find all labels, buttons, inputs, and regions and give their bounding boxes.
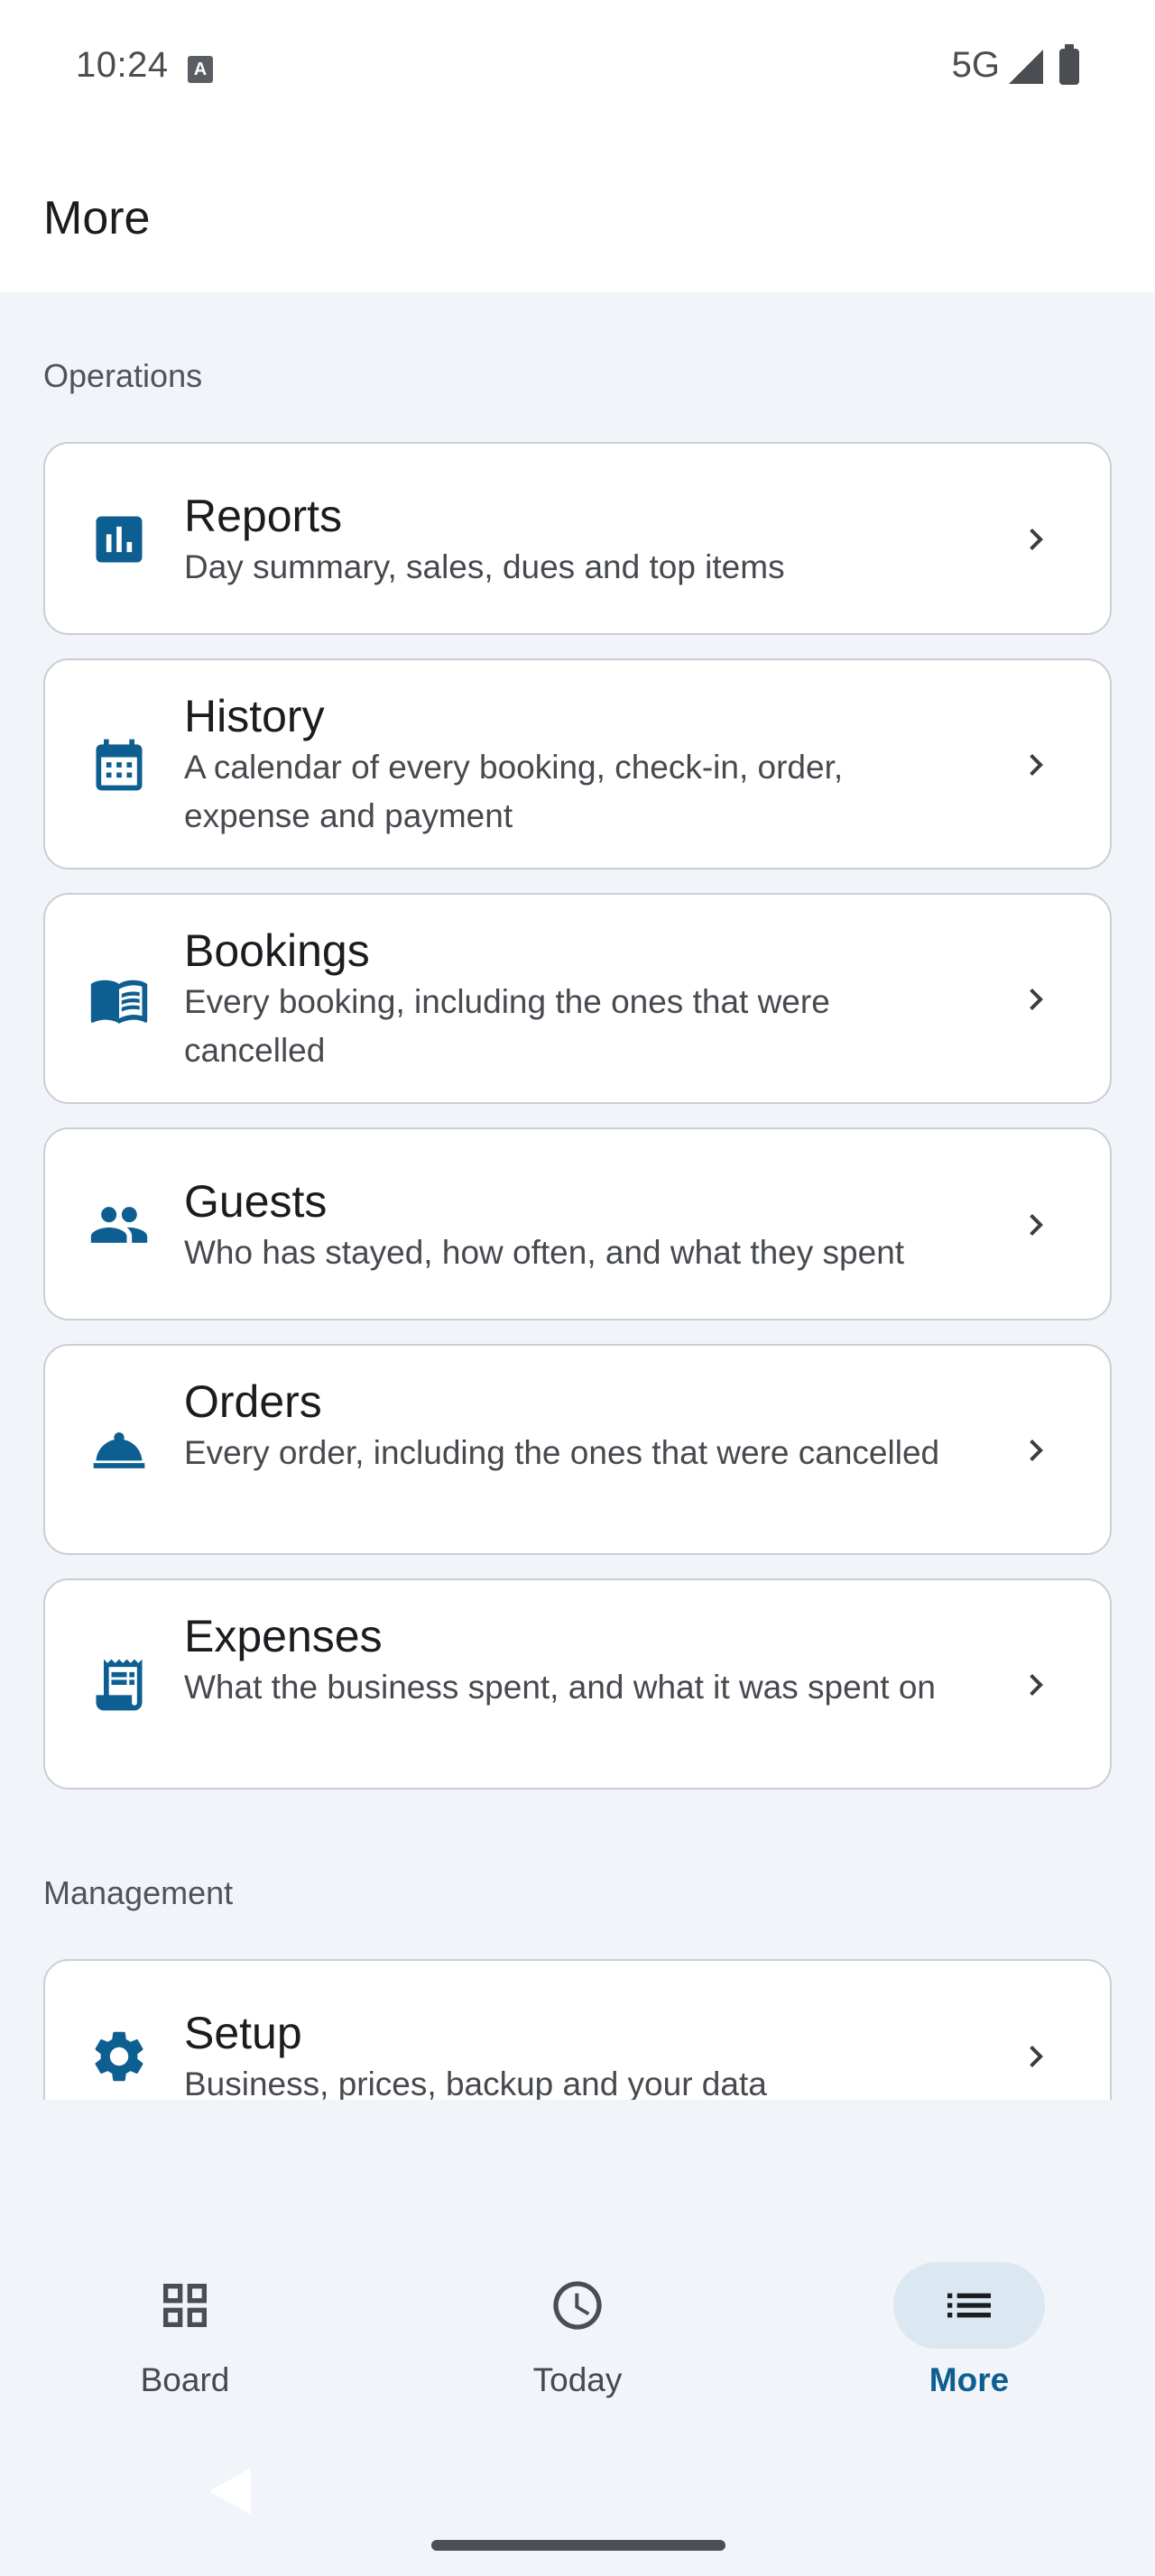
nav-item-board[interactable]: Board (68, 2262, 302, 2424)
menu-item-title: History (184, 691, 325, 741)
section-title-management: Management (43, 1874, 234, 1911)
status-bar: 10:24 A 5G (0, 0, 1155, 141)
chevron-right-icon (1014, 978, 1058, 1021)
menu-item-title: Expenses (184, 1611, 383, 1661)
chevron-right-icon (1014, 2035, 1058, 2078)
menu-item-description: Business, prices, backup and your data (184, 2065, 767, 2100)
menu-item-bookings[interactable]: Bookings Every booking, including the on… (43, 893, 1112, 1104)
menu-item-description: Day summary, sales, dues and top items (184, 548, 785, 585)
chevron-right-icon (1014, 1203, 1058, 1247)
room-service-icon (88, 1420, 150, 1481)
menu-item-title: Setup (184, 2008, 302, 2058)
nav-label-today: Today (532, 2361, 623, 2398)
list-icon (893, 2262, 1045, 2349)
menu-item-title: Reports (184, 491, 343, 541)
chevron-right-icon (1014, 518, 1058, 561)
menu-item-title: Orders (184, 1376, 322, 1427)
calendar-icon (88, 734, 150, 796)
grid-icon (109, 2262, 261, 2349)
menu-item-title: Bookings (184, 925, 370, 976)
chevron-right-icon (1014, 743, 1058, 787)
chevron-right-icon (1014, 1663, 1058, 1707)
nav-label-board: Board (140, 2361, 230, 2398)
people-icon (88, 1194, 150, 1256)
signal-icon (1009, 49, 1043, 84)
nav-label-more: More (929, 2361, 1010, 2398)
keyboard-indicator-icon: A (188, 56, 213, 83)
receipt-icon (88, 1654, 150, 1716)
bar-chart-icon (88, 509, 150, 570)
nav-item-today[interactable]: Today (460, 2262, 695, 2424)
more-content[interactable]: Operations Reports Day summary, sales, d… (0, 292, 1155, 2100)
chevron-right-icon (1014, 1429, 1058, 1472)
open-book-icon (88, 969, 150, 1030)
menu-item-description: What the business spent, and what it was… (184, 1669, 936, 1706)
battery-icon (1059, 43, 1079, 85)
bottom-navigation: Board Today More (0, 2210, 1155, 2453)
menu-item-description: Who has stayed, how often, and what they… (184, 1234, 905, 1271)
status-time: 10:24 (76, 45, 169, 85)
menu-item-description: Every order, including the ones that wer… (184, 1434, 940, 1471)
app-bar: More (0, 141, 1155, 292)
status-indicators: 5G (951, 43, 1079, 86)
menu-item-orders[interactable]: Orders Every order, including the ones t… (43, 1344, 1112, 1555)
menu-item-description: Every booking, including the ones that w… (184, 983, 830, 1069)
menu-item-history[interactable]: History A calendar of every booking, che… (43, 658, 1112, 869)
nav-item-more[interactable]: More (852, 2262, 1086, 2424)
menu-item-expenses[interactable]: Expenses What the business spent, and wh… (43, 1578, 1112, 1789)
clock-icon (502, 2262, 653, 2349)
menu-item-reports[interactable]: Reports Day summary, sales, dues and top… (43, 442, 1112, 635)
system-navigation-bar (0, 2453, 1155, 2576)
section-title-operations: Operations (43, 357, 203, 394)
menu-item-title: Guests (184, 1176, 328, 1227)
gear-icon (88, 2026, 150, 2087)
menu-item-setup[interactable]: Setup Business, prices, backup and your … (43, 1959, 1112, 2100)
back-icon[interactable] (209, 2468, 251, 2515)
menu-item-guests[interactable]: Guests Who has stayed, how often, and wh… (43, 1127, 1112, 1320)
menu-item-description: A calendar of every booking, check-in, o… (184, 749, 844, 834)
network-type: 5G (951, 45, 1000, 85)
page-title: More (43, 192, 151, 244)
home-gesture-handle[interactable] (431, 2540, 725, 2551)
